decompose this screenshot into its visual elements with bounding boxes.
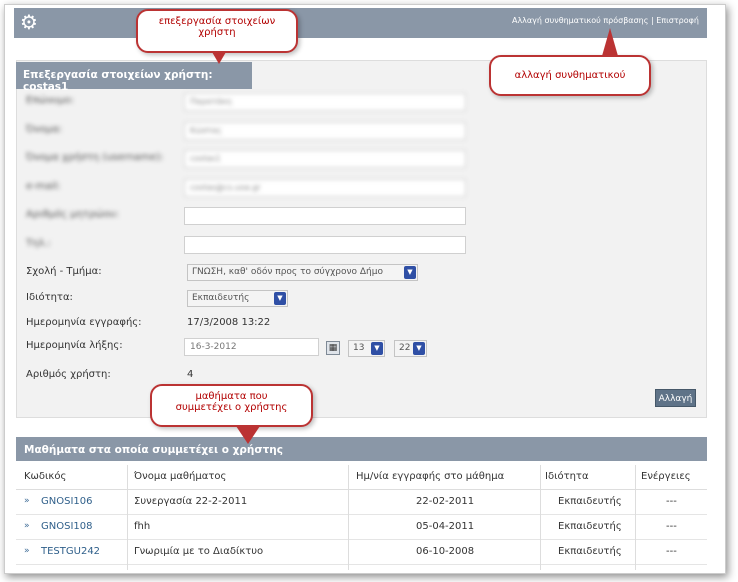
chevron-down-icon: ▼ (413, 342, 425, 355)
username-label: Όνομα χρήστη (username): (26, 152, 164, 163)
registry-number-field[interactable] (184, 207, 466, 225)
change-password-callout: αλλαγή συνθηματικού (489, 55, 651, 96)
user-id-value: 4 (187, 369, 194, 380)
course-role: Εκπαιδευτής (558, 546, 622, 557)
surname-label: Επώνυμο: (26, 95, 74, 106)
faculty-select[interactable]: ΓΝΩΣΗ, καθ' οδόν προς το σύγχρονο Δήμο ▼ (187, 264, 418, 281)
course-role: Εκπαιδευτής (558, 496, 622, 507)
course-code-link[interactable]: GNOSI108 (41, 521, 92, 532)
change-password-callout-text: αλλαγή συνθηματικού (514, 70, 626, 81)
phone-label: Τηλ.: (26, 238, 51, 249)
course-enroll-date: 06-10-2008 (416, 546, 475, 557)
courses-section-title: Μαθήματα στα οποία συμμετέχει ο χρήστης (16, 437, 707, 461)
course-code-link[interactable]: TESTGU242 (41, 546, 100, 557)
header-code: Κωδικός (24, 471, 67, 482)
course-code-link[interactable]: GNOSI106 (41, 496, 92, 507)
column-divider (540, 465, 541, 570)
return-link[interactable]: Επιστροφή (656, 16, 699, 25)
callout-pointer (602, 28, 618, 56)
phone-field[interactable] (184, 236, 466, 254)
registry-number-label: Αριθμός μητρώου: (26, 209, 119, 220)
expiration-minute-value: 22 (399, 343, 411, 353)
expiration-hour-value: 13 (353, 343, 365, 353)
course-name: fhh (134, 521, 151, 532)
course-enroll-date: 22-02-2011 (416, 496, 475, 507)
username-field[interactable]: costas1 (184, 150, 466, 168)
course-name: Συνεργασία 22-2-2011 (134, 496, 248, 507)
faculty-label: Σχολή - Τμήμα: (26, 266, 102, 277)
row-marker-icon: » (24, 521, 30, 531)
header-actions: Ενέργειες (641, 471, 691, 482)
gear-icon[interactable]: ⚙ (20, 11, 38, 33)
course-actions: --- (666, 521, 677, 532)
course-name: Γνωριμία με το Διαδίκτυο (134, 546, 264, 557)
page-title: Επεξεργασία στοιχείων χρήστη: costas1 (16, 62, 252, 93)
change-password-link[interactable]: Αλλαγή συνθηματικού πρόσβασης (512, 16, 648, 25)
courses-callout: μαθήματα που συμμετέχει ο χρήστης (150, 384, 313, 427)
chevron-down-icon: ▼ (404, 266, 416, 279)
table-row: » TESTGU242 Γνωριμία με το Διαδίκτυο 06-… (16, 540, 707, 565)
column-divider (635, 465, 636, 570)
expiration-date-label: Ημερομηνία λήξης: (26, 340, 123, 351)
edit-user-callout: επεξεργασία στοιχείων χρήστη (136, 9, 298, 53)
course-actions: --- (666, 496, 677, 507)
registration-date-label: Ημερομηνία εγγραφής: (26, 317, 142, 328)
email-label: e-mail: (26, 181, 61, 192)
expiration-minute-select[interactable]: 22 ▼ (394, 340, 427, 357)
firstname-label: Όνομα: (26, 124, 63, 135)
table-row: » GNOSI106 Συνεργασία 22-2-2011 22-02-20… (16, 490, 707, 515)
table-row: » GNOSI108 fhh 05-04-2011 Εκπαιδευτής --… (16, 515, 707, 540)
course-enroll-date: 05-04-2011 (416, 521, 475, 532)
role-select-value: Εκπαιδευτής (192, 293, 250, 303)
course-actions: --- (666, 546, 677, 557)
firstname-field[interactable]: Κώστας (184, 122, 466, 140)
callout-pointer (212, 52, 226, 64)
role-select[interactable]: Εκπαιδευτής ▼ (187, 290, 288, 307)
courses-table-header: Κωδικός Όνομα μαθήματος Ημ/νία εγγραφής … (16, 465, 707, 490)
registration-date-value: 17/3/2008 13:22 (187, 317, 271, 328)
expiration-hour-select[interactable]: 13 ▼ (348, 340, 385, 357)
chevron-down-icon: ▼ (274, 292, 286, 305)
surname-field[interactable]: Παρατάκη (184, 93, 466, 111)
column-divider (348, 465, 349, 570)
column-divider (127, 465, 128, 570)
top-links: Αλλαγή συνθηματικού πρόσβασης | Επιστροφ… (512, 16, 699, 25)
course-role: Εκπαιδευτής (558, 521, 622, 532)
email-field[interactable]: costas@cs.uoa.gr (184, 179, 466, 197)
courses-callout-text: μαθήματα που συμμετέχει ο χρήστης (175, 391, 288, 413)
header-course-name: Όνομα μαθήματος (134, 471, 227, 482)
top-links-separator: | (650, 16, 654, 25)
header-enroll-date: Ημ/νία εγγραφής στο μάθημα (356, 471, 505, 482)
faculty-select-value: ΓΝΩΣΗ, καθ' οδόν προς το σύγχρονο Δήμο (192, 267, 383, 277)
user-id-label: Αριθμός χρήστη: (26, 369, 111, 380)
callout-pointer (236, 426, 260, 444)
expiration-date-field[interactable]: 16-3-2012 (184, 338, 319, 356)
edit-user-callout-text: επεξεργασία στοιχείων χρήστη (158, 16, 276, 38)
save-button[interactable]: Αλλαγή (655, 389, 696, 407)
calendar-icon[interactable]: ▦ (326, 341, 340, 355)
header-role: Ιδιότητα (545, 471, 589, 482)
chevron-down-icon: ▼ (371, 342, 383, 355)
row-marker-icon: » (24, 546, 30, 556)
role-label: Ιδιότητα: (26, 292, 73, 303)
row-marker-icon: » (24, 496, 30, 506)
